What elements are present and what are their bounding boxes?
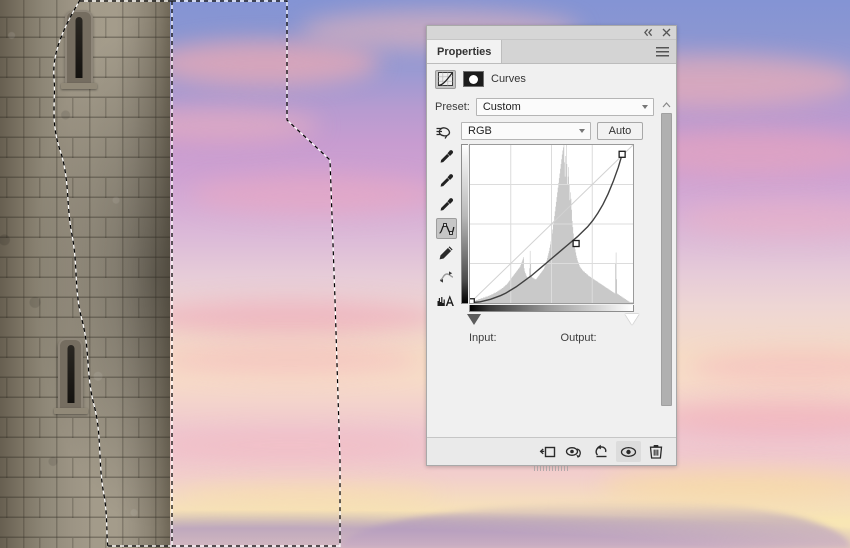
scrollbar-thumb[interactable] bbox=[661, 113, 672, 406]
sample-black-point-eyedropper[interactable] bbox=[436, 146, 457, 167]
cloud-shape bbox=[150, 40, 380, 86]
close-icon[interactable] bbox=[661, 27, 672, 38]
output-gradient-bar bbox=[461, 144, 468, 304]
curves-display-options-tool[interactable] bbox=[436, 290, 457, 311]
adjustment-header: Curves bbox=[427, 64, 676, 94]
properties-panel[interactable]: Properties Curves Preset: Custom RGB Aut… bbox=[426, 25, 677, 471]
tower-window-upper bbox=[65, 10, 93, 85]
curve-plot-area[interactable] bbox=[469, 144, 634, 304]
preset-row: Preset: Custom bbox=[435, 98, 670, 116]
draw-curve-pencil-tool[interactable] bbox=[436, 242, 457, 263]
collapse-panel-icon[interactable] bbox=[643, 27, 654, 38]
panel-scrollbar[interactable] bbox=[660, 98, 673, 453]
image-canvas[interactable] bbox=[0, 0, 850, 548]
on-image-adjust-icon[interactable] bbox=[435, 122, 455, 140]
curve-control-point[interactable] bbox=[618, 150, 626, 158]
sample-white-point-eyedropper[interactable] bbox=[436, 194, 457, 215]
curve-plot-svg[interactable] bbox=[470, 145, 633, 303]
sample-gray-point-eyedropper[interactable] bbox=[436, 170, 457, 191]
chevron-up-icon[interactable] bbox=[660, 98, 673, 111]
panel-footer[interactable] bbox=[427, 437, 676, 465]
cloud-shape bbox=[190, 175, 440, 215]
panel-titlebar[interactable] bbox=[427, 26, 676, 40]
input-gradient-bar bbox=[469, 305, 634, 312]
preset-value: Custom bbox=[482, 101, 521, 113]
window-sill-lower bbox=[54, 408, 88, 414]
stone-tower bbox=[0, 0, 170, 548]
curves-tool-strip[interactable] bbox=[435, 144, 457, 311]
panel-resize-grip[interactable] bbox=[533, 466, 570, 471]
window-slit bbox=[75, 17, 83, 78]
channel-row: RGB Auto bbox=[435, 122, 670, 140]
channel-value: RGB bbox=[468, 125, 492, 137]
layer-mask-thumbnail-icon[interactable] bbox=[463, 71, 484, 87]
cloud-shape bbox=[160, 345, 420, 375]
edit-points-curve-tool[interactable] bbox=[435, 218, 457, 239]
curves-adjustment-icon[interactable] bbox=[435, 69, 456, 89]
toggle-clipping-warning-button[interactable] bbox=[562, 441, 587, 462]
panel-menu-icon[interactable] bbox=[656, 46, 669, 57]
preset-select[interactable]: Custom bbox=[475, 98, 654, 116]
input-label: Input: bbox=[469, 332, 497, 344]
curves-editor[interactable]: Input: Output: bbox=[435, 144, 670, 344]
smooth-curve-values-tool[interactable] bbox=[436, 266, 457, 287]
page-title: Curves bbox=[491, 73, 526, 85]
window-sill-upper bbox=[61, 83, 97, 89]
cloud-shape bbox=[140, 300, 440, 334]
window-slit bbox=[67, 345, 74, 403]
panel-tabbar[interactable]: Properties bbox=[427, 40, 676, 64]
white-point-slider[interactable] bbox=[625, 314, 639, 325]
clip-to-layer-button[interactable] bbox=[535, 441, 560, 462]
reset-adjustment-button[interactable] bbox=[589, 441, 614, 462]
output-label: Output: bbox=[560, 332, 597, 344]
black-point-slider[interactable] bbox=[467, 314, 481, 325]
auto-button[interactable]: Auto bbox=[597, 122, 643, 140]
curve-control-point[interactable] bbox=[572, 239, 580, 248]
tab-label: Properties bbox=[437, 45, 492, 58]
curve-control-point[interactable] bbox=[470, 298, 475, 303]
tower-window-lower bbox=[58, 338, 83, 410]
chevron-down-icon bbox=[579, 129, 585, 133]
channel-select[interactable]: RGB bbox=[461, 122, 591, 140]
black-white-point-sliders[interactable] bbox=[467, 314, 639, 328]
preset-label: Preset: bbox=[435, 101, 470, 113]
chevron-down-icon bbox=[642, 105, 648, 109]
delete-adjustment-layer-button[interactable] bbox=[643, 441, 668, 462]
tab-properties[interactable]: Properties bbox=[427, 40, 503, 63]
cloud-shape bbox=[150, 430, 430, 460]
toggle-layer-visibility-button[interactable] bbox=[616, 441, 641, 462]
input-output-readout: Input: Output: bbox=[469, 332, 649, 344]
